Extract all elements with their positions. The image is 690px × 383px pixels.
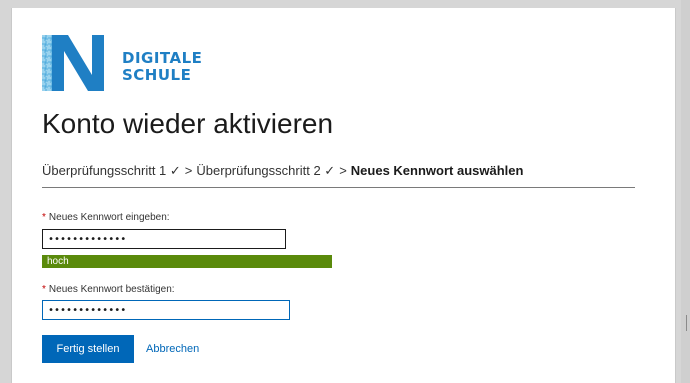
breadcrumb-separator: > [184, 163, 193, 178]
breadcrumb-step-2: Überprüfungsschritt 2 ✓ [196, 163, 336, 178]
finish-button[interactable]: Fertig stellen [42, 335, 134, 363]
breadcrumb-step-1: Überprüfungsschritt 1 ✓ [42, 163, 181, 178]
new-password-label: * Neues Kennwort eingeben: [42, 212, 170, 223]
required-marker: * [42, 284, 46, 295]
logo-line-2: SCHULE [122, 66, 192, 84]
scrollbar-marker [686, 315, 687, 331]
password-strength-indicator: hoch [42, 255, 332, 268]
breadcrumb-separator: > [339, 163, 347, 178]
confirm-password-input[interactable] [42, 300, 290, 320]
confirm-password-label-text: Neues Kennwort bestätigen: [48, 284, 175, 295]
required-marker: * [42, 212, 46, 223]
new-password-label-text: Neues Kennwort eingeben: [48, 212, 170, 223]
breadcrumb-divider [42, 187, 635, 188]
logo-wordmark: DIGITALE SCHULE [122, 50, 202, 84]
logo-line-1: DIGITALE [122, 49, 203, 67]
logo-mark-icon [42, 35, 104, 91]
page-title: Konto wieder aktivieren [42, 108, 334, 139]
cancel-link[interactable]: Abbrechen [146, 343, 199, 355]
digitale-schule-logo: DIGITALE SCHULE [42, 35, 212, 91]
confirm-password-label: * Neues Kennwort bestätigen: [42, 284, 175, 295]
new-password-input[interactable] [42, 229, 286, 249]
breadcrumb-current: Neues Kennwort auswählen [350, 163, 524, 178]
breadcrumb: Überprüfungsschritt 1 ✓ > Überprüfungsschr… [42, 163, 637, 179]
